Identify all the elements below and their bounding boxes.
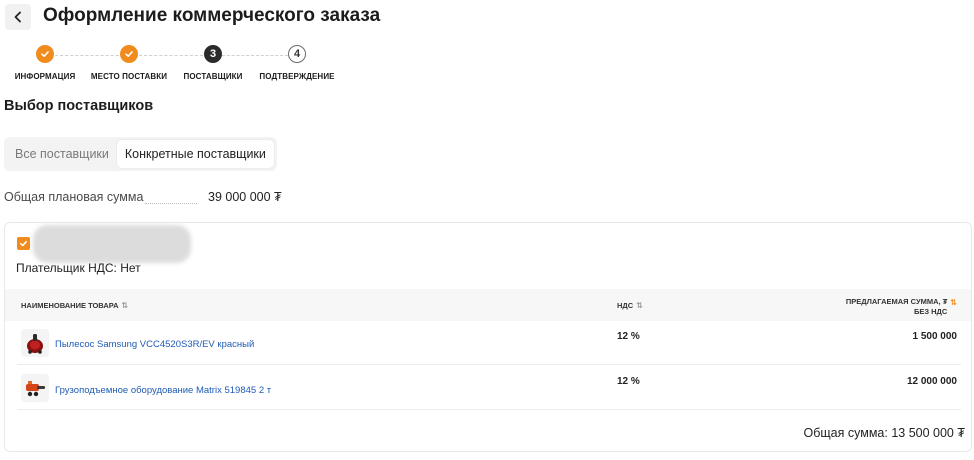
sort-icon[interactable]: ⇅ bbox=[950, 298, 957, 308]
vat-payer-status: Плательщик НДС: Нет bbox=[16, 261, 141, 275]
row-amount: 1 500 000 bbox=[912, 331, 958, 342]
row-vat: 12 % bbox=[617, 376, 640, 387]
all-suppliers-tab[interactable]: Все поставщики bbox=[7, 140, 117, 168]
supplier-checkbox[interactable] bbox=[17, 237, 30, 250]
product-image bbox=[21, 329, 49, 357]
stepper: ИНФОРМАЦИЯ МЕСТО ПОСТАВКИ 3 ПОСТАВЩИКИ 4… bbox=[0, 45, 350, 85]
step-confirmation[interactable]: 4 ПОДТВЕРЖДЕНИЕ bbox=[242, 45, 352, 81]
supplier-mode-toggle: Все поставщики Конкретные поставщики bbox=[4, 137, 277, 171]
step-label: ИНФОРМАЦИЯ bbox=[14, 72, 76, 81]
page-title: Оформление коммерческого заказа bbox=[43, 5, 381, 26]
product-link[interactable]: Пылесос Samsung VCC4520S3R/EV красный bbox=[55, 339, 254, 350]
hoist-icon bbox=[26, 381, 45, 397]
plan-total-label: Общая плановая сумма bbox=[4, 190, 144, 204]
vacuum-icon bbox=[27, 334, 43, 354]
col-product-name-label: НАИМЕНОВАНИЕ ТОВАРА bbox=[21, 301, 119, 310]
product-image bbox=[21, 374, 49, 402]
supplier-card: Плательщик НДС: Нет НАИМЕНОВАНИЕ ТОВАРА ⇅… bbox=[4, 222, 972, 452]
redacted-supplier-name bbox=[33, 225, 191, 263]
step-label: МЕСТО ПОСТАВКИ bbox=[90, 72, 168, 81]
chevron-left-icon bbox=[14, 11, 21, 23]
step-label: ПОДТВЕРЖДЕНИЕ bbox=[259, 72, 335, 81]
back-button[interactable] bbox=[5, 4, 31, 30]
grand-total: Общая сумма: 13 500 000 ₮ bbox=[803, 426, 965, 440]
col-amount[interactable]: ПРЕДЛАГАЕМАЯ СУММА, ₮ БЕЗ НДС ⇅ bbox=[846, 297, 957, 317]
sort-icon[interactable]: ⇅ bbox=[122, 301, 129, 310]
table-row: Грузоподъемное оборудование Matrix 51984… bbox=[17, 366, 961, 410]
col-vat-label: НДС bbox=[617, 301, 634, 310]
step-label: ПОСТАВЩИКИ bbox=[183, 72, 243, 81]
check-icon bbox=[20, 240, 27, 247]
specific-suppliers-tab[interactable]: Конкретные поставщики bbox=[116, 140, 274, 168]
plan-total-value: 39 000 000 ₮ bbox=[208, 190, 282, 204]
table-row: Пылесос Samsung VCC4520S3R/EV красный 12… bbox=[17, 321, 961, 365]
row-vat: 12 % bbox=[617, 331, 640, 342]
col-product-name[interactable]: НАИМЕНОВАНИЕ ТОВАРА ⇅ bbox=[21, 301, 128, 310]
step-number: 4 bbox=[288, 45, 306, 63]
table-header: НАИМЕНОВАНИЕ ТОВАРА ⇅ НДС ⇅ ПРЕДЛАГАЕМАЯ С… bbox=[5, 289, 971, 321]
check-icon bbox=[36, 45, 54, 63]
step-number: 3 bbox=[204, 45, 222, 63]
row-amount: 12 000 000 bbox=[906, 376, 957, 387]
section-title: Выбор поставщиков bbox=[4, 98, 154, 114]
sort-icon[interactable]: ⇅ bbox=[636, 301, 643, 310]
check-icon bbox=[120, 45, 138, 63]
col-amount-label-line2: БЕЗ НДС bbox=[913, 307, 948, 316]
dotted-leader bbox=[145, 203, 197, 204]
col-amount-label-line1: ПРЕДЛАГАЕМАЯ СУММА, ₮ bbox=[845, 297, 948, 306]
col-vat[interactable]: НДС ⇅ bbox=[617, 301, 643, 310]
product-link[interactable]: Грузоподъемное оборудование Matrix 51984… bbox=[55, 385, 271, 396]
